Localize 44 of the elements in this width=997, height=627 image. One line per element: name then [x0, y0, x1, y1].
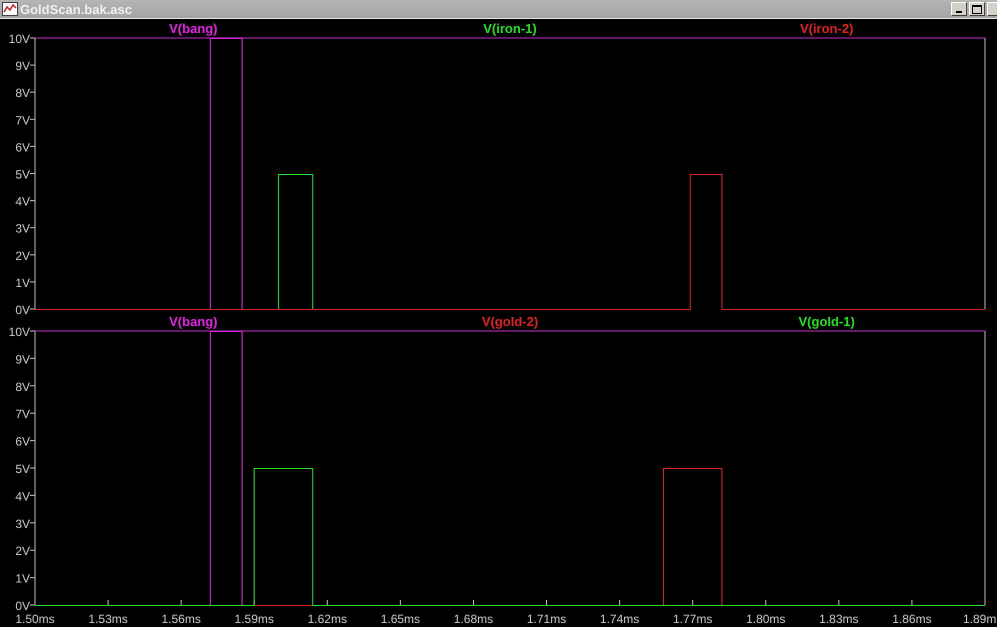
- window-title: GoldScan.bak.asc: [20, 2, 133, 16]
- y-axis-label: 10V: [8, 32, 30, 46]
- x-axis-label: 1.80ms: [746, 612, 786, 626]
- x-axis-label: 1.77ms: [673, 612, 712, 626]
- y-axis-label: 10V: [8, 325, 30, 339]
- y-axis-label: 7V: [15, 113, 30, 128]
- y-axis-label: 0V: [15, 599, 30, 613]
- minimize-button[interactable]: [951, 2, 967, 16]
- y-axis-label: 9V: [15, 59, 30, 74]
- x-axis-label: 1.74ms: [600, 612, 640, 626]
- y-axis-label: 7V: [15, 407, 30, 422]
- y-axis-label: 1V: [15, 572, 30, 586]
- y-axis-label: 0V: [15, 303, 30, 317]
- x-axis-label: 1.50ms: [15, 612, 55, 626]
- x-axis-label: 1.86ms: [892, 612, 932, 626]
- x-axis-label: 1.59ms: [234, 612, 274, 626]
- x-axis-label: 1.68ms: [454, 612, 494, 626]
- y-axis-label: 4V: [15, 489, 30, 504]
- y-axis-label: 8V: [15, 380, 30, 394]
- x-axis-label: 1.53ms: [88, 612, 128, 626]
- maximize-icon: [972, 4, 982, 14]
- x-axis-label: 1.62ms: [308, 612, 347, 626]
- y-axis-label: 3V: [15, 222, 30, 236]
- y-axis-label: 6V: [15, 434, 30, 449]
- x-axis-label: 1.71ms: [526, 612, 566, 626]
- trace-label: V(iron-2): [800, 21, 854, 36]
- y-axis-label: 8V: [15, 86, 30, 100]
- x-axis-label: 1.89m: [963, 612, 996, 626]
- waveform-icon: [2, 2, 18, 16]
- x-axis-label: 1.56ms: [161, 612, 201, 626]
- y-axis-label: 2V: [15, 544, 30, 558]
- y-axis-label: 4V: [15, 194, 30, 209]
- y-axis-label: 1V: [15, 276, 30, 290]
- x-axis-label: 1.65ms: [380, 612, 420, 626]
- y-axis-label: 5V: [15, 168, 30, 182]
- maximize-button[interactable]: [969, 2, 985, 16]
- x-axis-label: 1.83ms: [819, 612, 859, 626]
- y-axis-label: 3V: [15, 516, 30, 531]
- y-axis-label: 2V: [15, 248, 30, 263]
- trace-label: V(bang): [169, 21, 218, 36]
- y-axis-label: 9V: [15, 352, 30, 366]
- y-axis-label: 5V: [15, 462, 30, 476]
- y-axis-label: 6V: [15, 140, 30, 154]
- trace-label: V(iron-1): [483, 21, 537, 36]
